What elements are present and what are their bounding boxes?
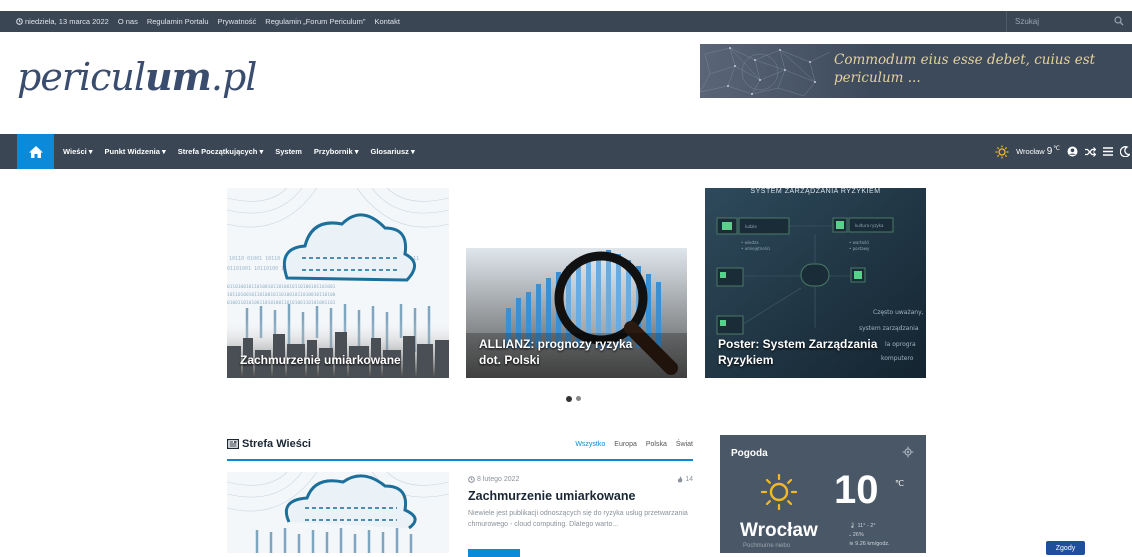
- slider-pagination: [566, 396, 581, 402]
- sun-icon: [995, 145, 1009, 158]
- post-excerpt: Niewiele jest publikacji odnoszących się…: [468, 510, 688, 528]
- svg-text:system zarządzania: system zarządzania: [859, 325, 919, 332]
- svg-text:10110 01001 10110: 10110 01001 10110: [229, 256, 280, 262]
- dark-mode-icon[interactable]: [1120, 146, 1130, 157]
- home-icon: [28, 145, 43, 158]
- news-section-header: Strefa Wieści Wszystko Europa Polska Świ…: [227, 436, 693, 461]
- clock-icon: [16, 18, 23, 25]
- read-more-button[interactable]: [468, 549, 520, 557]
- filter-swiat[interactable]: Świat: [676, 441, 693, 448]
- clock-icon: [468, 476, 475, 483]
- top-link-regulamin-portalu[interactable]: Regulamin Portalu: [147, 17, 209, 26]
- nav-item-glosariusz[interactable]: Glosariusz ▾: [371, 147, 415, 156]
- weather-temperature: 10: [834, 468, 879, 512]
- nav-item-punkt-widzenia[interactable]: Punkt Widzenia ▾: [105, 147, 166, 156]
- newspaper-icon: [227, 439, 239, 449]
- main-nav: Wieści ▾ Punkt Widzenia ▾ Strefa Początk…: [0, 134, 1132, 169]
- post-meta: 8 lutego 2022 14: [468, 476, 693, 483]
- svg-text:• umiejętności: • umiejętności: [741, 246, 770, 251]
- top-link-prywatnosc[interactable]: Prywatność: [218, 17, 257, 26]
- weather-widget: Pogoda 10 ℃ Wrocław Pochmurne niebo 🌡︎ 1…: [720, 435, 926, 553]
- filter-wszystko[interactable]: Wszystko: [575, 441, 605, 448]
- svg-text:• postawy: • postawy: [849, 246, 870, 251]
- banner-quote: Commodum eius esse debet, cuius est peri…: [834, 52, 1096, 86]
- filter-polska[interactable]: Polska: [646, 441, 667, 448]
- top-link-regulamin-forum[interactable]: Regulamin „Forum Periculum": [265, 17, 365, 26]
- flame-icon: [678, 476, 683, 483]
- user-icon[interactable]: [1067, 146, 1078, 157]
- svg-text:101101001011010010110100101101: 1011010010110100101101001011010010110100: [227, 292, 336, 298]
- poster-header: SYSTEM ZARZĄDZANIA RYZYKIEM: [750, 188, 881, 195]
- weather-wind: ≋ 9.26 km/godz.: [849, 541, 890, 547]
- nav-tools: Wrocław 9 ℃: [995, 134, 1132, 169]
- home-button[interactable]: [17, 134, 54, 169]
- nav-weather-city: Wrocław: [1016, 147, 1045, 156]
- cloud-thumbnail-image: [227, 472, 449, 553]
- weather-humidity: 💧︎ 26%: [849, 532, 864, 538]
- shuffle-icon[interactable]: [1085, 146, 1096, 157]
- slide-title[interactable]: Poster: System Zarządzania Ryzykiem: [718, 336, 918, 368]
- network-pattern-graphic: [700, 47, 831, 97]
- header-banner[interactable]: Commodum eius esse debet, cuius est peri…: [700, 44, 1132, 98]
- slider-dot-1[interactable]: [566, 396, 572, 402]
- svg-text:• wiedza: • wiedza: [741, 240, 759, 245]
- cloud-binary-image: 10110 01001 1011001011 10010 11 01101001…: [227, 188, 449, 378]
- svg-text:• wartości: • wartości: [849, 240, 869, 245]
- slide-poster[interactable]: ludzie kultura ryzyka • wiedza • umiejętno…: [705, 188, 926, 378]
- nav-item-strefa-poczatkujacych[interactable]: Strefa Początkujących ▾: [178, 147, 263, 156]
- current-date: niedziela, 13 marca 2022: [16, 17, 109, 26]
- search-input[interactable]: Szukaj: [1006, 11, 1132, 32]
- post-views: 14: [677, 476, 693, 483]
- weather-unit: ℃: [895, 479, 904, 488]
- top-link-o-nas[interactable]: O nas: [118, 17, 138, 26]
- sun-icon: [760, 473, 798, 511]
- top-bar: niedziela, 13 marca 2022 O nas Regulamin…: [0, 0, 1132, 32]
- nav-item-wiesci[interactable]: Wieści ▾: [63, 147, 93, 156]
- search-placeholder: Szukaj: [1015, 17, 1040, 26]
- slide-title[interactable]: ALLIANZ: prognozy ryzyka dot. Polski: [479, 336, 649, 368]
- svg-text:010011010100110101001101010011: 0100110101001101010011010100110101001101: [227, 300, 336, 306]
- post-thumbnail[interactable]: [227, 472, 449, 553]
- slider-dot-2[interactable]: [576, 396, 581, 401]
- weather-city: Wrocław: [740, 520, 818, 541]
- weather-description: Pochmurne niebo: [743, 543, 791, 549]
- nav-weather-temp: 9: [1046, 146, 1053, 157]
- nav-item-przybornik[interactable]: Przybornik ▾: [314, 147, 359, 156]
- menu-icon[interactable]: [1103, 147, 1113, 156]
- filter-europa[interactable]: Europa: [614, 441, 637, 448]
- slide-allianz[interactable]: ALLIANZ: prognozy ryzyka dot. Polski: [466, 188, 687, 378]
- svg-text:011010010110100101101001011010: 0110100101101001011010010110100101101001: [227, 284, 336, 290]
- post-title[interactable]: Zachmurzenie umiarkowane: [468, 489, 635, 503]
- post-date: 8 lutego 2022: [468, 476, 519, 483]
- location-icon[interactable]: [902, 446, 914, 458]
- weather-minmax: 🌡︎ 11° - 2°: [849, 523, 876, 529]
- weather-stats: 🌡︎ 11° - 2° 💧︎ 26% ≋ 9.26 km/godz.: [849, 522, 890, 549]
- svg-text:Często uważany,: Często uważany,: [873, 309, 924, 316]
- section-filters: Wszystko Europa Polska Świat: [575, 441, 693, 448]
- site-logo[interactable]: periculum.pl: [17, 54, 257, 99]
- nav-item-system[interactable]: System: [275, 147, 302, 156]
- slide-title[interactable]: Zachmurzenie umiarkowane: [240, 352, 401, 368]
- svg-text:ludzie: ludzie: [745, 224, 757, 229]
- weather-title: Pogoda: [731, 448, 768, 459]
- search-icon[interactable]: [1114, 16, 1124, 26]
- nav-weather-unit: ℃: [1053, 146, 1060, 152]
- top-bar-strip: niedziela, 13 marca 2022 O nas Regulamin…: [0, 11, 1132, 32]
- top-link-kontakt[interactable]: Kontakt: [375, 17, 400, 26]
- section-title: Strefa Wieści: [227, 438, 311, 450]
- svg-text:kultura ryzyka: kultura ryzyka: [855, 223, 884, 228]
- slide-cloud[interactable]: 10110 01001 1011001011 10010 11 01101001…: [227, 188, 449, 378]
